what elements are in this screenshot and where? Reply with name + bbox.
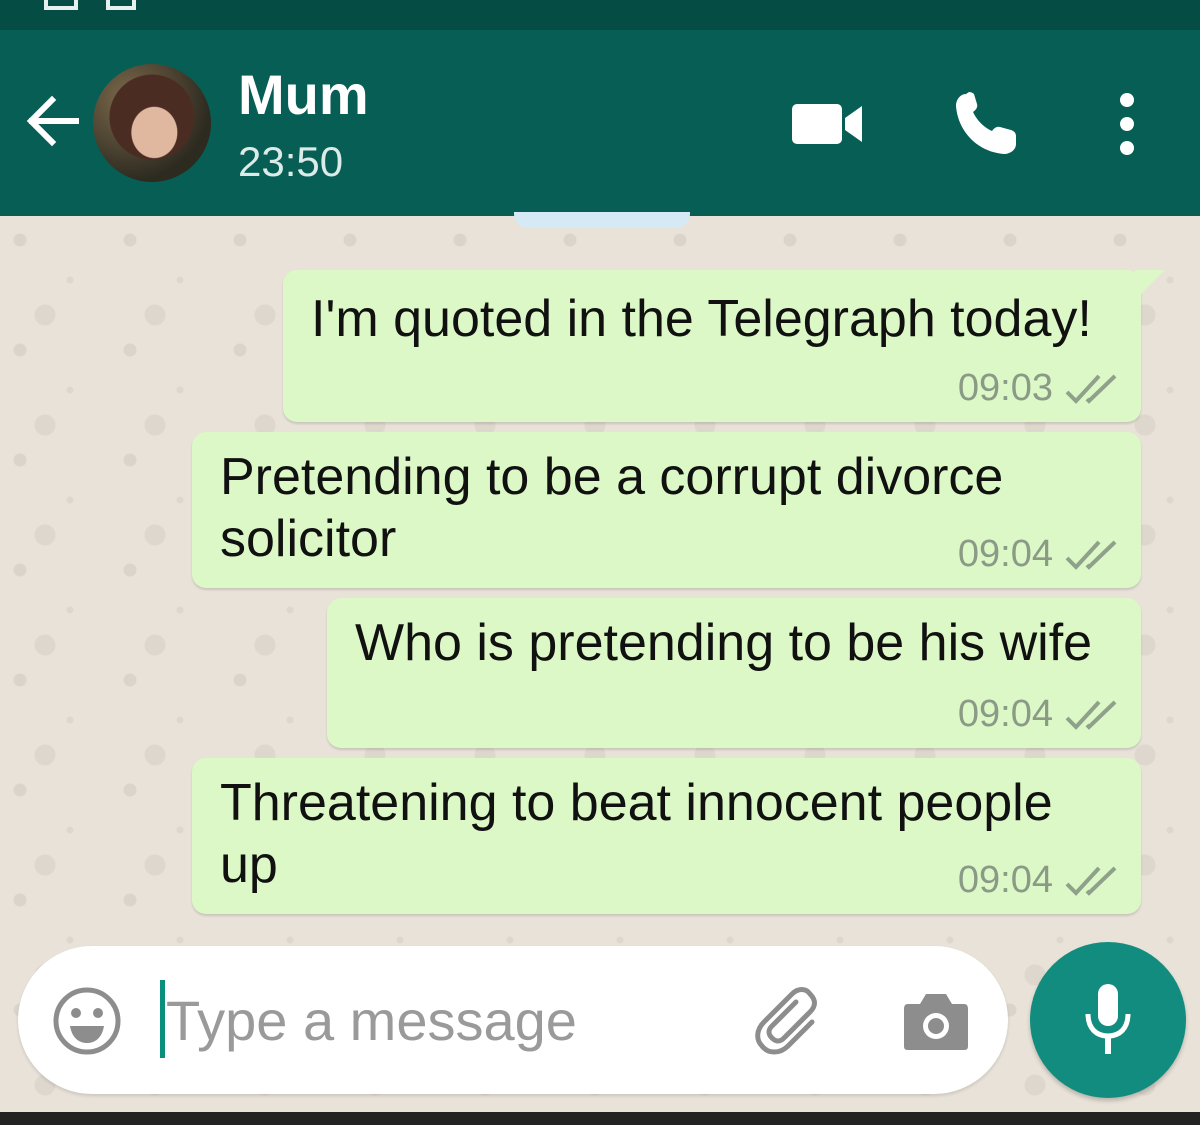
voice-record-button[interactable] [1030,942,1186,1098]
message-bubble[interactable]: Threatening to beat innocent people up 0… [192,758,1141,914]
message-time: 09:04 [957,533,1053,575]
camera-icon[interactable] [902,990,970,1052]
message-bubble[interactable]: Who is pretending to be his wife 09:04 [327,598,1141,748]
chat-header: Mum 23:50 [0,30,1200,216]
emoji-icon[interactable] [52,986,122,1056]
contact-avatar[interactable] [93,64,211,182]
message-text: Who is pretending to be his wife [355,614,1093,672]
message-bubble[interactable]: I'm quoted in the Telegraph today! 09:03 [283,270,1165,422]
microphone-icon [1085,984,1131,1054]
message-text: I'm quoted in the Telegraph today! [311,290,1092,348]
message-meta: 09:04 [958,533,1119,576]
status-notification-icon [106,0,136,10]
back-arrow-icon[interactable] [24,92,82,150]
bubble-tail [1135,270,1165,300]
double-tick-icon [1065,540,1117,570]
video-call-icon[interactable] [790,100,864,148]
paperclip-icon[interactable] [754,986,826,1058]
message-time: 09:04 [957,859,1053,901]
message-text: Pretending to be a corrupt divorce solic… [220,448,1004,568]
message-time: 09:03 [957,367,1053,409]
system-nav-bar [0,1112,1200,1125]
status-bar [0,0,1200,30]
double-tick-icon [1065,700,1117,730]
message-bubble[interactable]: Pretending to be a corrupt divorce solic… [192,432,1141,588]
status-notification-icon [44,0,78,10]
message-time: 09:04 [957,693,1053,735]
double-tick-icon [1065,866,1117,896]
message-text: Threatening to beat innocent people up [220,774,1053,894]
phone-icon[interactable] [952,90,1020,158]
message-meta: 09:04 [958,859,1119,902]
message-meta: 09:04 [958,693,1119,736]
date-chip [514,212,690,228]
chat-screen: Mum 23:50 I'm quoted in the Telegraph to… [0,0,1200,1125]
double-tick-icon [1065,374,1117,404]
message-meta: 09:03 [958,367,1119,410]
contact-name[interactable]: Mum [238,62,369,127]
message-composer [18,946,1008,1094]
last-seen-status: 23:50 [238,138,344,185]
message-input[interactable] [164,976,728,1064]
more-options-icon[interactable] [1112,92,1142,156]
